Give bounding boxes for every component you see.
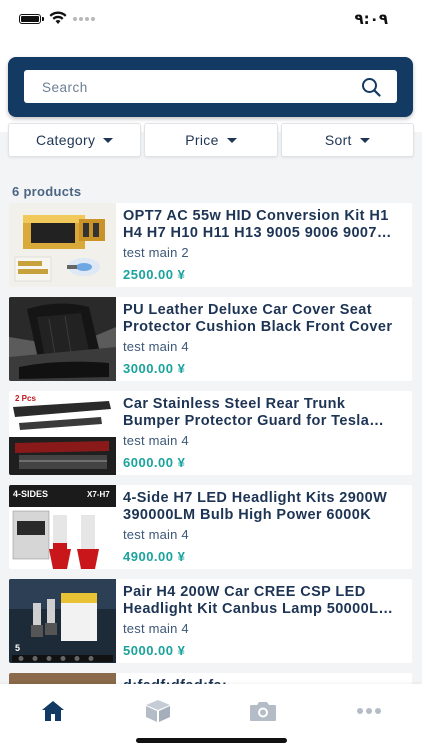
product-price: 4900.00 ¥ xyxy=(123,549,186,564)
nav-products[interactable] xyxy=(143,698,173,724)
product-image: 2 Pcs xyxy=(9,391,116,475)
status-bar: ٩:٠٩ xyxy=(0,0,422,40)
product-title: PU Leather Deluxe Car Cover Seat Protect… xyxy=(123,302,393,335)
product-title: Car Stainless Steel Rear Trunk Bumper Pr… xyxy=(123,396,370,429)
product-image: 4-SIDES X7-H7 xyxy=(9,485,116,569)
camera-icon xyxy=(250,702,276,721)
signal-icon xyxy=(73,17,95,21)
home-icon xyxy=(42,701,64,721)
sort-filter-button[interactable]: Sort xyxy=(280,123,414,157)
search-panel xyxy=(8,57,413,117)
product-store: test main 2 xyxy=(123,245,189,260)
product-store: test main 4 xyxy=(123,527,189,542)
product-card[interactable]: OPT7 AC 55w HID Conversion Kit H1 H4 H7 … xyxy=(9,203,412,287)
product-image: 5 xyxy=(9,579,116,663)
product-title: 4-Side H7 LED Headlight Kits 2900W 39000… xyxy=(123,490,388,523)
price-filter-label: Price xyxy=(185,132,219,148)
product-store: test main 4 xyxy=(123,339,189,354)
wifi-icon xyxy=(49,11,67,24)
product-store: test main 4 xyxy=(123,433,189,448)
more-icon xyxy=(357,708,381,714)
nav-home[interactable] xyxy=(38,698,68,724)
product-card[interactable]: PU Leather Deluxe Car Cover Seat Protect… xyxy=(9,297,412,381)
sort-filter-label: Sort xyxy=(324,132,352,148)
nav-more[interactable] xyxy=(354,698,384,724)
svg-text:5: 5 xyxy=(15,643,20,653)
product-card[interactable]: 5 Pair H4 200W Car CREE CSP LED Headligh… xyxy=(9,579,412,663)
product-image xyxy=(9,297,116,381)
category-filter-button[interactable]: Category xyxy=(8,123,142,157)
product-image xyxy=(9,203,116,287)
nav-camera[interactable] xyxy=(248,698,278,724)
battery-icon xyxy=(19,14,44,24)
product-price: 2500.00 ¥ xyxy=(123,267,186,282)
product-list: OPT7 AC 55w HID Conversion Kit H1 H4 H7 … xyxy=(9,203,412,713)
product-card[interactable]: 2 Pcs Car Stainless Steel Rear Trunk Bum… xyxy=(9,391,412,475)
caret-down-icon xyxy=(226,137,237,143)
caret-down-icon xyxy=(103,137,114,143)
svg-text:4-SIDES: 4-SIDES xyxy=(13,489,48,499)
search-box xyxy=(24,70,397,105)
product-title: Pair H4 200W Car CREE CSP LED Headlight … xyxy=(123,584,391,617)
filter-bar: Category Price Sort xyxy=(8,123,414,157)
svg-text:X7-H7: X7-H7 xyxy=(87,490,110,499)
home-indicator xyxy=(136,738,287,743)
product-price: 6000.00 ¥ xyxy=(123,455,186,470)
product-count: 6 products xyxy=(12,184,82,199)
box-icon xyxy=(146,700,170,722)
price-filter-button[interactable]: Price xyxy=(144,123,278,157)
product-price: 3000.00 ¥ xyxy=(123,361,186,376)
category-filter-label: Category xyxy=(36,132,96,148)
product-title: OPT7 AC 55w HID Conversion Kit H1 H4 H7 … xyxy=(123,208,389,241)
product-card[interactable]: 4-SIDES X7-H7 4-Side H7 LED Headlight Ki… xyxy=(9,485,412,569)
caret-down-icon xyxy=(359,137,370,143)
search-icon[interactable] xyxy=(361,77,381,97)
search-input[interactable] xyxy=(40,70,344,105)
svg-text:2 Pcs: 2 Pcs xyxy=(15,394,36,403)
product-price: 5000.00 ¥ xyxy=(123,643,186,658)
status-time: ٩:٠٩ xyxy=(354,10,388,28)
product-store: test main 4 xyxy=(123,621,189,636)
